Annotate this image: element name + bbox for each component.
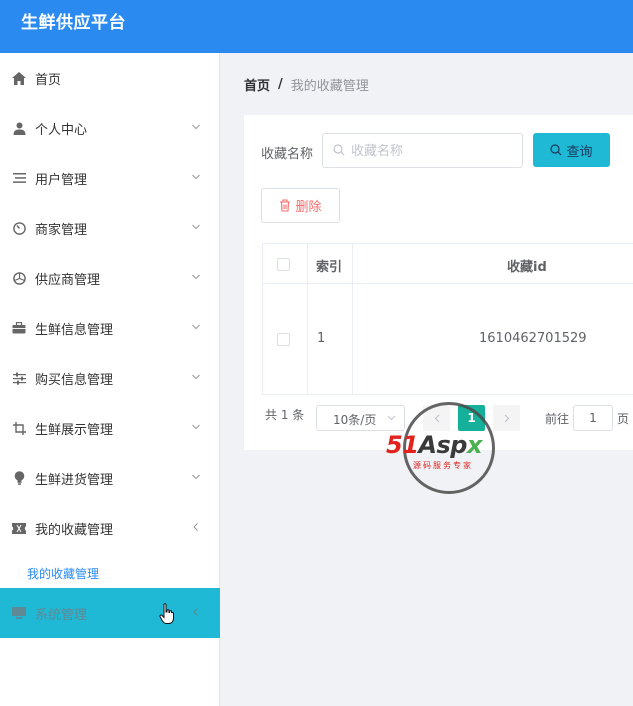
chevron-down-icon [192, 324, 200, 330]
delete-button[interactable]: 删除 [261, 188, 340, 223]
column-header-favorite-id: 收藏id [507, 260, 547, 275]
bulb-icon [12, 471, 26, 485]
sidebar-item-label: 生鲜进货管理 [35, 472, 114, 488]
next-page-button[interactable] [493, 405, 520, 431]
search-input[interactable] [351, 141, 516, 161]
sidebar-item-label: 系统管理 [35, 607, 88, 623]
delete-button-label: 删除 [295, 199, 322, 214]
sidebar-item-fresh-stock[interactable]: 生鲜进货管理 [0, 453, 220, 503]
ticket-icon [12, 521, 26, 535]
column-header-index: 索引 [316, 260, 343, 275]
column-divider [352, 244, 353, 395]
hand-cursor-icon [159, 603, 174, 624]
chevron-down-icon [192, 474, 200, 480]
chevron-down-icon [192, 374, 200, 380]
goto-page-input[interactable] [573, 405, 613, 431]
sidebar-item-fresh-info[interactable]: 生鲜信息管理 [0, 303, 220, 353]
sidebar-item-system[interactable]: 系统管理 [0, 588, 220, 638]
goto-suffix: 页 [617, 412, 630, 426]
breadcrumb-separator: / [278, 77, 283, 92]
page-number-current[interactable]: 1 [458, 405, 485, 431]
sidebar-item-suppliers[interactable]: 供应商管理 [0, 253, 220, 303]
pagination-total: 共 1 条 [265, 408, 305, 422]
sidebar-item-label: 首页 [35, 72, 62, 88]
chevron-down-icon [387, 415, 396, 421]
sidebar-item-users[interactable]: 用户管理 [0, 153, 220, 203]
gauge-icon [12, 221, 26, 235]
sidebar-item-home[interactable]: 首页 [0, 53, 220, 103]
chevron-down-icon [192, 224, 200, 230]
crop-icon [12, 421, 26, 435]
page-size-value: 10条/页 [333, 413, 377, 427]
chevron-down-icon [192, 424, 200, 430]
sliders-icon [12, 371, 26, 385]
sidebar-item-favorites[interactable]: 我的收藏管理 [0, 503, 220, 553]
query-button[interactable]: 查询 [533, 133, 610, 167]
sidebar-item-label: 我的收藏管理 [35, 522, 114, 538]
home-icon [12, 71, 26, 85]
query-button-label: 查询 [566, 143, 593, 159]
sidebar: 首页 个人中心 用户管理 商家管理 供应商管理 生鲜信息管理 购买信息管理 生鲜… [0, 53, 220, 706]
breadcrumb-current: 我的收藏管理 [290, 79, 369, 94]
favorites-table: 索引 收藏id 1 1610462701529 [262, 243, 633, 395]
sidebar-item-label: 购买信息管理 [35, 372, 114, 388]
sidebar-item-purchase-info[interactable]: 购买信息管理 [0, 353, 220, 403]
submenu-item-my-favorites[interactable]: 我的收藏管理 [0, 556, 220, 590]
aperture-icon [12, 271, 26, 285]
sidebar-item-label: 用户管理 [35, 172, 88, 188]
goto-label: 前往 [545, 412, 570, 426]
row-checkbox[interactable] [277, 333, 290, 346]
briefcase-icon [12, 321, 26, 335]
table-row[interactable]: 1 1610462701529 [263, 284, 633, 395]
select-all-checkbox[interactable] [277, 258, 290, 271]
filter-label: 收藏名称 [261, 147, 314, 162]
chevron-down-icon [192, 274, 200, 280]
search-icon [550, 144, 562, 156]
user-icon [12, 121, 26, 135]
column-divider [307, 244, 308, 395]
chevron-down-icon [192, 174, 200, 180]
chevron-left-icon [193, 523, 198, 531]
submenu-item-label: 我的收藏管理 [27, 566, 100, 581]
prev-page-button[interactable] [423, 405, 450, 431]
sidebar-item-label: 生鲜信息管理 [35, 322, 114, 338]
sidebar-item-merchants[interactable]: 商家管理 [0, 203, 220, 253]
chevron-left-icon [193, 608, 198, 616]
row-favorite-id: 1610462701529 [479, 331, 587, 346]
chevron-right-icon [504, 414, 509, 422]
trash-icon [280, 199, 291, 212]
list-icon [12, 171, 26, 185]
row-index: 1 [317, 331, 326, 346]
sidebar-item-label: 商家管理 [35, 222, 88, 238]
top-header-bar: 生鲜供应平台 [0, 0, 633, 53]
chevron-left-icon [434, 414, 439, 422]
search-icon [333, 144, 345, 156]
page-size-select[interactable]: 10条/页 [316, 405, 405, 431]
table-header-row: 索引 收藏id [263, 244, 633, 284]
search-box[interactable] [322, 133, 523, 168]
sidebar-item-fresh-display[interactable]: 生鲜展示管理 [0, 403, 220, 453]
sidebar-item-label: 供应商管理 [35, 272, 101, 288]
chevron-down-icon [192, 124, 200, 130]
watermark-subtitle: 源码服务专家 [413, 461, 473, 470]
breadcrumb: 首页 / 我的收藏管理 [244, 75, 369, 94]
sidebar-item-label: 个人中心 [35, 122, 88, 138]
sidebar-item-profile[interactable]: 个人中心 [0, 103, 220, 153]
breadcrumb-home[interactable]: 首页 [244, 75, 270, 94]
sidebar-item-label: 生鲜展示管理 [35, 422, 114, 438]
system-icon [12, 606, 26, 620]
app-title: 生鲜供应平台 [21, 13, 126, 33]
